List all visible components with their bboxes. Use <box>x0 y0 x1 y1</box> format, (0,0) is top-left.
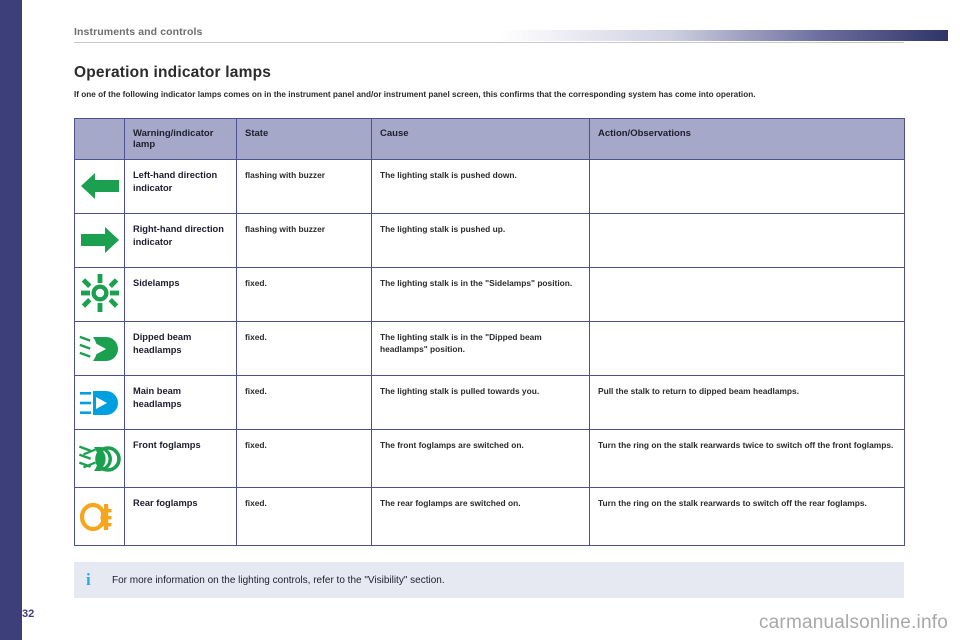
table-row: Dipped beam headlamps fixed. The lightin… <box>75 322 905 376</box>
page-title: Operation indicator lamps <box>74 64 271 82</box>
section-subtitle: If one of the following indicator lamps … <box>74 90 904 99</box>
lamp-state: fixed. <box>237 268 372 322</box>
left-direction-indicator-icon <box>78 166 122 206</box>
column-header-cause: Cause <box>372 119 590 160</box>
table-row: Rear foglamps fixed. The rear foglamps a… <box>75 488 905 546</box>
lamp-name: Front foglamps <box>125 430 237 488</box>
column-header-state: State <box>237 119 372 160</box>
lamp-cause: The lighting stalk is in the "Sidelamps"… <box>372 268 590 322</box>
lamp-icon-cell <box>75 268 125 322</box>
lamp-action <box>590 322 905 376</box>
lamp-icon-cell <box>75 214 125 268</box>
lamp-name: Right-hand direction indicator <box>125 214 237 268</box>
table-row: Main beam headlamps fixed. The lighting … <box>75 376 905 430</box>
header-gradient-bar <box>500 30 948 41</box>
rear-foglamps-icon <box>78 497 122 537</box>
lamp-icon-cell <box>75 322 125 376</box>
lamp-state: fixed. <box>237 322 372 376</box>
column-header-lamp: Warning/indicator lamp <box>125 119 237 160</box>
table-row: Left-hand direction indicator flashing w… <box>75 160 905 214</box>
lamp-cause: The rear foglamps are switched on. <box>372 488 590 546</box>
lamp-cause: The lighting stalk is pushed up. <box>372 214 590 268</box>
lamp-cause: The lighting stalk is pushed down. <box>372 160 590 214</box>
indicator-lamp-table: Warning/indicator lamp State Cause Actio… <box>74 118 905 546</box>
lamp-icon-cell <box>75 160 125 214</box>
table-row: Sidelamps fixed. The lighting stalk is i… <box>75 268 905 322</box>
lamp-action: Turn the ring on the stalk rearwards to … <box>590 488 905 546</box>
chapter-title: Instruments and controls <box>74 26 202 38</box>
lamp-icon-cell <box>75 488 125 546</box>
info-note-text: For more information on the lighting con… <box>112 575 445 586</box>
info-icon: i <box>86 570 112 590</box>
lamp-action: Pull the stalk to return to dipped beam … <box>590 376 905 430</box>
lamp-cause: The front foglamps are switched on. <box>372 430 590 488</box>
main-beam-headlamps-icon <box>78 383 122 423</box>
lamp-cause: The lighting stalk is in the "Dipped bea… <box>372 322 590 376</box>
lamp-action <box>590 268 905 322</box>
lamp-name: Sidelamps <box>125 268 237 322</box>
table-row: Front foglamps fixed. The front foglamps… <box>75 430 905 488</box>
lamp-action: Turn the ring on the stalk rearwards twi… <box>590 430 905 488</box>
lamp-state: flashing with buzzer <box>237 160 372 214</box>
header-divider <box>74 42 904 43</box>
lamp-state: fixed. <box>237 488 372 546</box>
table-row: Right-hand direction indicator flashing … <box>75 214 905 268</box>
page-number: 32 <box>22 608 34 620</box>
lamp-icon-cell <box>75 376 125 430</box>
column-header-icon <box>75 119 125 160</box>
lamp-icon-cell <box>75 430 125 488</box>
info-note-bar: i For more information on the lighting c… <box>74 562 904 598</box>
lamp-name: Rear foglamps <box>125 488 237 546</box>
left-sidebar-rail <box>0 0 22 640</box>
watermark: carmanualsonline.info <box>759 612 948 634</box>
column-header-action: Action/Observations <box>590 119 905 160</box>
lamp-name: Main beam headlamps <box>125 376 237 430</box>
lamp-name: Left-hand direction indicator <box>125 160 237 214</box>
lamp-state: fixed. <box>237 430 372 488</box>
lamp-action <box>590 214 905 268</box>
lamp-action <box>590 160 905 214</box>
sidelamps-icon <box>78 273 122 313</box>
front-foglamps-icon <box>78 439 122 479</box>
lamp-cause: The lighting stalk is pulled towards you… <box>372 376 590 430</box>
lamp-state: flashing with buzzer <box>237 214 372 268</box>
dipped-beam-headlamps-icon <box>78 329 122 369</box>
lamp-name: Dipped beam headlamps <box>125 322 237 376</box>
lamp-state: fixed. <box>237 376 372 430</box>
right-direction-indicator-icon <box>78 220 122 260</box>
table-header-row: Warning/indicator lamp State Cause Actio… <box>75 119 905 160</box>
